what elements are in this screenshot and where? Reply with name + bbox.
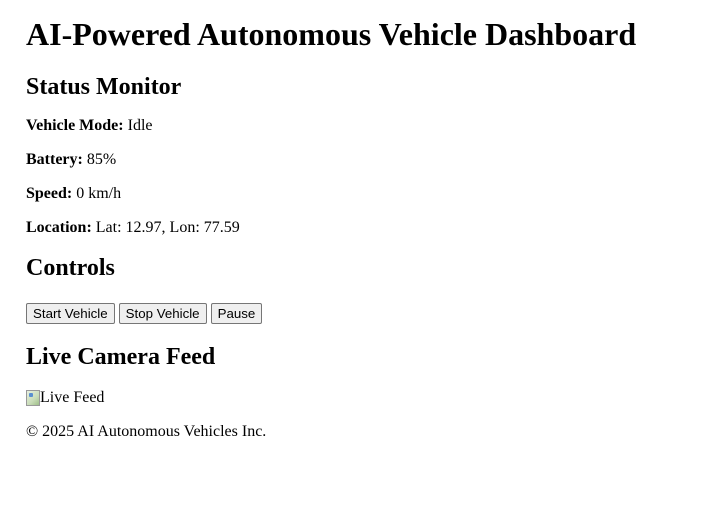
controls-heading: Controls bbox=[26, 255, 115, 281]
footer-copyright: © 2025 AI Autonomous Vehicles Inc. bbox=[26, 423, 267, 440]
camera-heading: Live Camera Feed bbox=[26, 344, 216, 370]
location-row: Location: Lat: 12.97, Lon: 77.59 bbox=[26, 219, 693, 237]
live-feed-alt-text: Live Feed bbox=[40, 389, 105, 406]
status-monitor-heading: Status Monitor bbox=[26, 74, 182, 100]
broken-image-icon bbox=[26, 390, 40, 406]
battery-row: Battery: 85% bbox=[26, 151, 693, 169]
battery-value: 85% bbox=[86, 151, 117, 168]
battery-label: Battery: bbox=[26, 151, 83, 168]
dashboard-page: AI-Powered Autonomous Vehicle Dashboard … bbox=[0, 14, 719, 441]
speed-label: Speed: bbox=[26, 185, 73, 202]
pause-button[interactable]: Pause bbox=[210, 303, 263, 324]
speed-value: 0 km/h bbox=[76, 185, 122, 202]
status-monitor-section: Status Monitor Vehicle Mode: Idle Batter… bbox=[26, 72, 693, 237]
page-title: AI-Powered Autonomous Vehicle Dashboard bbox=[26, 16, 637, 52]
live-feed-image: Live Feed bbox=[26, 389, 693, 407]
location-value: Lat: 12.97, Lon: 77.59 bbox=[95, 219, 240, 236]
vehicle-mode-row: Vehicle Mode: Idle bbox=[26, 117, 693, 135]
vehicle-mode-label: Vehicle Mode: bbox=[26, 117, 124, 134]
start-vehicle-button[interactable]: Start Vehicle bbox=[26, 303, 115, 324]
speed-row: Speed: 0 km/h bbox=[26, 185, 693, 203]
controls-button-group: Start Vehicle Stop Vehicle Pause bbox=[26, 303, 693, 324]
camera-section: Live Camera Feed Live Feed bbox=[26, 342, 693, 407]
stop-vehicle-button[interactable]: Stop Vehicle bbox=[118, 303, 207, 324]
location-label: Location: bbox=[26, 219, 92, 236]
vehicle-mode-value: Idle bbox=[127, 117, 153, 134]
controls-section: Controls Start Vehicle Stop Vehicle Paus… bbox=[26, 253, 693, 324]
